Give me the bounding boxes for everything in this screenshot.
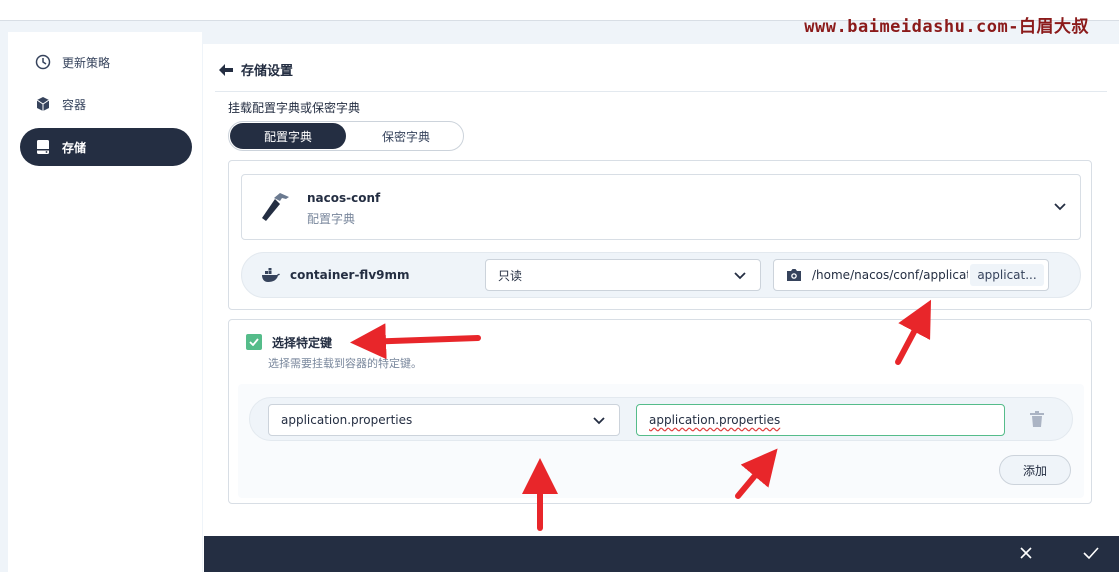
sidebar-item-label: 更新策略 <box>62 55 111 70</box>
sidebar-item-update-strategy[interactable]: 更新策略 <box>20 43 192 81</box>
storage-icon <box>34 138 52 156</box>
specific-keys-description: 选择需要挂载到容器的特定键。 <box>268 357 422 370</box>
divider <box>215 91 1107 92</box>
access-mode-value: 只读 <box>498 268 523 283</box>
container-name: container-flv9mm <box>290 268 410 282</box>
config-mount-card: nacos-conf 配置字典 container-flv9mm 只读 /hom… <box>228 160 1092 310</box>
trash-icon[interactable] <box>1030 411 1044 427</box>
specific-keys-checkbox[interactable] <box>246 334 262 350</box>
sidebar-item-label: 存储 <box>62 140 87 155</box>
docker-icon <box>262 268 280 282</box>
key-path-value: application.properties <box>649 413 781 427</box>
mount-path-value: /home/nacos/conf/application.properties <box>812 268 968 282</box>
config-name: nacos-conf <box>307 191 381 205</box>
chevron-down-icon[interactable] <box>1054 203 1066 211</box>
config-type: 配置字典 <box>307 212 356 226</box>
add-key-button[interactable]: 添加 <box>999 455 1071 485</box>
specific-keys-label: 选择特定键 <box>272 336 333 350</box>
back-arrow-icon <box>219 63 233 76</box>
update-strategy-icon <box>34 53 52 71</box>
mount-label: 挂载配置字典或保密字典 <box>228 101 361 115</box>
key-row: application.properties application.prope… <box>249 397 1073 441</box>
hammer-icon <box>262 193 289 221</box>
left-sidebar: 更新策略 容器 存储 <box>8 32 202 572</box>
footer-bar <box>204 536 1119 572</box>
back-button[interactable]: 存储设置 <box>219 60 293 79</box>
container-mount-row: container-flv9mm 只读 /home/nacos/conf/app… <box>241 252 1081 298</box>
sub-path-tag[interactable]: applicat... <box>970 264 1044 286</box>
camera-icon <box>787 269 801 281</box>
tab-secret[interactable]: 保密字典 <box>348 123 464 149</box>
specific-keys-card: 选择特定键 选择需要挂载到容器的特定键。 application.propert… <box>228 319 1092 504</box>
watermark-text: www.baimeidashu.com-白眉大叔 <box>804 17 1089 37</box>
container-icon <box>34 95 52 113</box>
config-selector[interactable]: nacos-conf 配置字典 <box>241 174 1081 240</box>
sidebar-item-container[interactable]: 容器 <box>20 85 192 123</box>
sidebar-item-label: 容器 <box>62 97 87 112</box>
close-icon[interactable] <box>1019 546 1033 560</box>
sidebar-item-storage[interactable]: 存储 <box>20 128 192 166</box>
mount-path-input[interactable]: /home/nacos/conf/application.properties … <box>773 259 1049 291</box>
key-path-input[interactable]: application.properties <box>636 404 1005 436</box>
storage-settings-panel: 存储设置 挂载配置字典或保密字典 配置字典 保密字典 nacos-conf 配置… <box>203 44 1119 572</box>
chevron-down-icon <box>593 417 605 425</box>
page-title: 存储设置 <box>241 64 294 79</box>
keys-list: application.properties application.prope… <box>238 384 1084 498</box>
checkmark-icon <box>249 338 259 346</box>
confirm-check-icon[interactable] <box>1083 546 1099 560</box>
dictionary-type-switch: 配置字典 保密字典 <box>228 121 464 151</box>
key-select[interactable]: application.properties <box>268 404 620 436</box>
access-mode-select[interactable]: 只读 <box>485 259 761 291</box>
tab-config-map[interactable]: 配置字典 <box>230 123 346 149</box>
chevron-down-icon <box>734 272 746 280</box>
key-value: application.properties <box>281 413 413 427</box>
